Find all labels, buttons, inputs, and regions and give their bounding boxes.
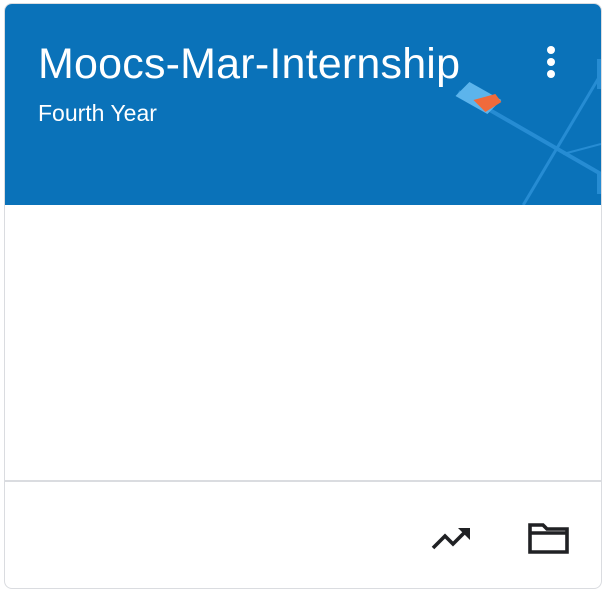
card-header-banner[interactable]: Moocs-Mar-Internship Fourth Year <box>5 4 601 205</box>
class-card[interactable]: Moocs-Mar-Internship Fourth Year <box>4 3 602 589</box>
more-options-button[interactable] <box>531 40 571 84</box>
card-divider <box>5 480 601 482</box>
open-gradebook-button[interactable] <box>427 514 475 562</box>
class-title-link[interactable]: Moocs-Mar-Internship <box>38 40 460 89</box>
trending-up-icon <box>431 528 470 550</box>
open-class-folder-button[interactable] <box>525 514 573 562</box>
more-vert-icon <box>547 46 555 78</box>
class-section-label: Fourth Year <box>38 100 157 126</box>
folder-icon <box>528 523 569 554</box>
